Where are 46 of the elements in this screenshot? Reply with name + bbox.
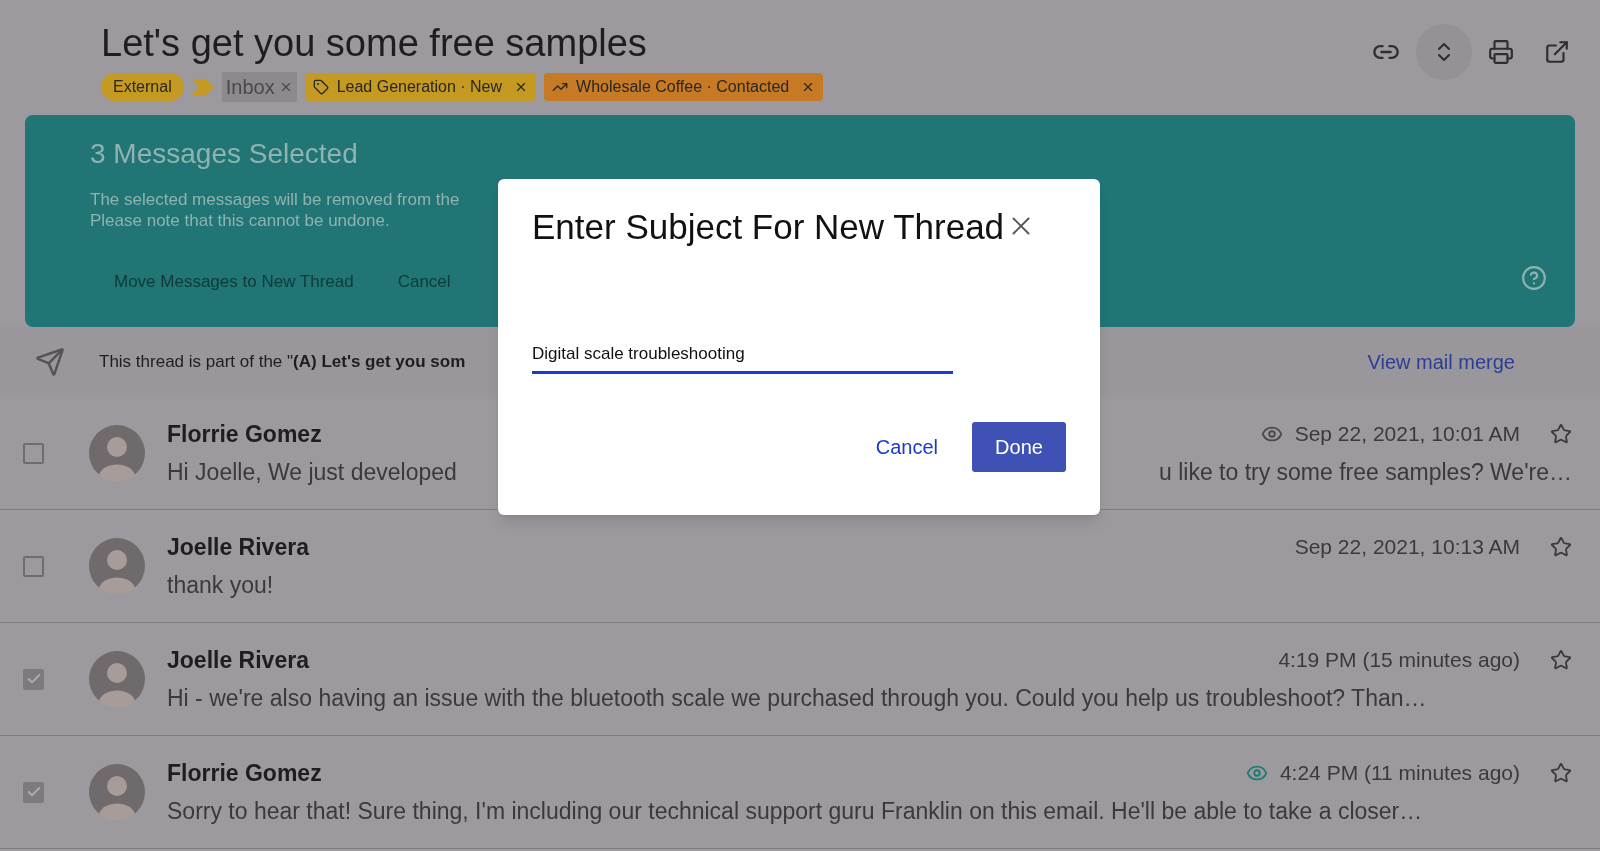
star-icon[interactable] — [1550, 648, 1572, 671]
message-preview: u like to try some free samples? We're… — [1159, 458, 1572, 487]
tag-icon — [312, 79, 329, 95]
star-icon[interactable] — [1550, 761, 1572, 784]
avatar — [89, 425, 145, 481]
label-text: Inbox — [225, 75, 275, 100]
avatar — [89, 651, 145, 707]
subject-input-field[interactable]: Digital scale troubleshooting — [532, 341, 953, 374]
label-text: Wholesale Coffee · Contacted — [576, 77, 790, 97]
checkbox[interactable] — [23, 781, 44, 803]
message-preview: Hi Joelle, We just developed — [167, 458, 457, 487]
message-time: Sep 22, 2021, 10:13 AM — [1294, 534, 1520, 560]
message-preview: Hi - we're also having an issue with the bluetooth scale we purchased through you. Could you help us troubleshoot? Than… — [167, 684, 1427, 713]
label-text: Lead Generation · New — [336, 77, 503, 97]
done-button[interactable]: Done — [972, 421, 1066, 472]
label-chip: External — [101, 73, 184, 101]
open-in-new-window-icon[interactable] — [1544, 39, 1570, 65]
cancel-button[interactable]: Cancel — [871, 431, 942, 462]
sender-name: Florrie Gomez — [167, 419, 322, 449]
message-time: 4:24 PM (11 minutes ago) — [1279, 760, 1520, 786]
thread-title: Let's get you some free samples — [101, 21, 648, 66]
view-mail-merge-link[interactable]: View mail merge — [1367, 347, 1515, 377]
star-icon[interactable] — [1550, 535, 1572, 558]
banner-title: 3 Messages Selected — [90, 137, 359, 171]
sender-name: Joelle Rivera — [167, 532, 309, 562]
help-icon[interactable] — [1521, 265, 1547, 291]
message-time: Sep 22, 2021, 10:01 AM — [1294, 421, 1520, 447]
checkbox[interactable] — [23, 442, 44, 464]
sender-name: Florrie Gomez — [167, 758, 322, 788]
banner-text: The selected messages will be removed from the — [90, 189, 460, 210]
print-icon[interactable] — [1488, 39, 1514, 65]
message-preview: thank you! — [167, 571, 274, 600]
message-row[interactable]: Florrie Gomez 4:24 PM (11 minutes ago) Sorry to hear that! Sure thing, I'm including our technical support guru Franklin on this email. He'll be able to take a closer… — [0, 736, 1600, 849]
star-icon[interactable] — [1550, 422, 1572, 445]
dialog-title: Enter Subject For New Thread — [532, 206, 1005, 248]
message-preview: Sorry to hear that! Sure thing, I'm including our technical support guru Franklin on this email. He'll be able to take a closer… — [167, 797, 1423, 826]
message-time: 4:19 PM (15 minutes ago) — [1278, 647, 1520, 673]
checkbox[interactable] — [23, 555, 44, 577]
banner-text: Please note that this cannot be undone. — [90, 210, 390, 231]
message-row[interactable]: Joelle Rivera 4:19 PM (15 minutes ago) Hi - we're also having an issue with the bluetooth scale we purchased through you. Could you help us troubleshoot? Than… — [0, 623, 1600, 736]
checkbox[interactable] — [23, 668, 44, 690]
sender-name: Joelle Rivera — [167, 645, 309, 675]
send-icon — [35, 347, 65, 377]
avatar — [89, 764, 145, 820]
mail-merge-text: This thread is part of the "(A) Let's get you som — [99, 351, 466, 374]
avatar — [89, 538, 145, 594]
